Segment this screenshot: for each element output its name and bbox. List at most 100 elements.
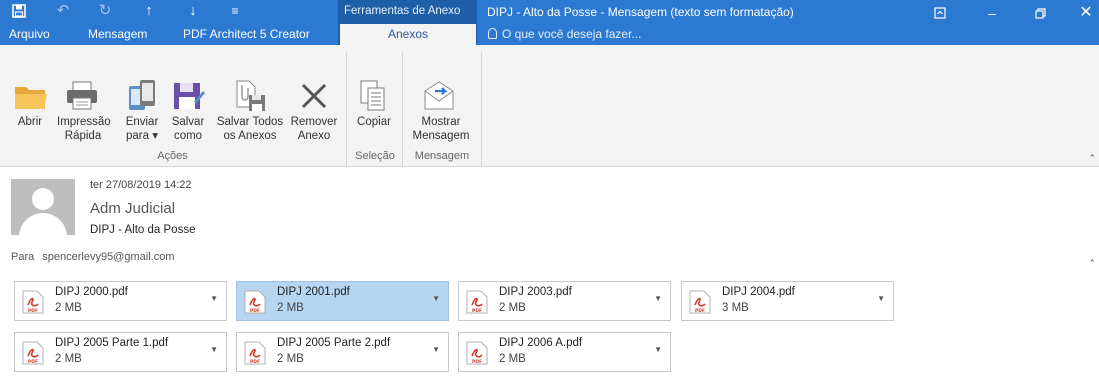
attachment-name: DIPJ 2003.pdf <box>499 286 572 298</box>
remove-x-icon <box>298 80 330 115</box>
attachment-size: 2 MB <box>499 353 526 365</box>
svg-text:PDF: PDF <box>472 308 482 314</box>
chevron-down-icon[interactable]: ▼ <box>432 294 440 303</box>
chevron-down-icon[interactable]: ▼ <box>654 345 662 354</box>
enviar-label-1: Enviar <box>125 116 159 128</box>
tell-me-label: O que você deseja fazer... <box>502 27 642 41</box>
collapse-ribbon-icon[interactable]: ⌃ <box>1088 153 1096 164</box>
undo-icon[interactable]: ↶ <box>48 0 78 22</box>
attachment-item[interactable]: PDF DIPJ 2005 Parte 1.pdf 2 MB ▼ <box>14 332 227 372</box>
tell-me-search[interactable]: O que você deseja fazer... <box>488 24 641 45</box>
attachment-item[interactable]: PDF DIPJ 2001.pdf 2 MB ▼ <box>236 281 449 321</box>
chevron-down-icon[interactable]: ▼ <box>210 345 218 354</box>
group-separator <box>346 52 347 166</box>
attachment-size: 2 MB <box>499 302 526 314</box>
mostrar-label-2: Mensagem <box>412 130 470 142</box>
group-separator <box>481 52 482 166</box>
enviar-label-2: para ▾ <box>126 130 158 142</box>
attachment-item[interactable]: PDF DIPJ 2003.pdf 2 MB ▼ <box>458 281 671 321</box>
recipient-row: Para spencerlevy95@gmail.com <box>11 251 174 263</box>
to-label: Para <box>11 251 35 263</box>
salvar-como-button[interactable]: Salvar como <box>168 115 208 143</box>
salvar-todos-anexos-button[interactable]: Salvar Todos os Anexos <box>213 115 287 143</box>
ribbon <box>0 45 1099 167</box>
tab-anexos[interactable]: Anexos <box>340 24 476 45</box>
pdf-file-icon: PDF <box>689 290 711 314</box>
message-date: ter 27/08/2019 14:22 <box>90 179 192 191</box>
group-separator <box>402 52 403 166</box>
recipient-address[interactable]: spencerlevy95@gmail.com <box>42 251 174 263</box>
abrir-label[interactable]: Abrir <box>10 115 50 129</box>
attachment-size: 3 MB <box>722 302 749 314</box>
attachment-name: DIPJ 2005 Parte 2.pdf <box>277 337 391 349</box>
attachment-item[interactable]: PDF DIPJ 2006 A.pdf 2 MB ▼ <box>458 332 671 372</box>
copiar-button[interactable]: Copiar <box>352 115 396 129</box>
pdf-file-icon: PDF <box>22 341 44 365</box>
remover-label-1: Remover <box>290 116 338 128</box>
context-group-title: Ferramentas de Anexo <box>344 5 461 17</box>
pdf-file-icon: PDF <box>466 341 488 365</box>
pdf-file-icon: PDF <box>466 290 488 314</box>
chevron-down-icon[interactable]: ▼ <box>432 345 440 354</box>
salvar-todos-label-1: Salvar Todos <box>216 116 284 128</box>
chevron-down-icon[interactable]: ▼ <box>877 294 885 303</box>
chevron-down-icon[interactable]: ▼ <box>654 294 662 303</box>
attachment-item[interactable]: PDF DIPJ 2005 Parte 2.pdf 2 MB ▼ <box>236 332 449 372</box>
redo-icon[interactable]: ↻ <box>90 0 120 22</box>
tab-pdf-architect[interactable]: PDF Architect 5 Creator <box>183 24 310 45</box>
attachment-name: DIPJ 2004.pdf <box>722 286 795 298</box>
attachment-name: DIPJ 2005 Parte 1.pdf <box>55 337 169 349</box>
salvar-todos-label-2: os Anexos <box>223 130 277 142</box>
svg-text:PDF: PDF <box>250 308 260 314</box>
avatar <box>11 179 75 235</box>
impressao-rapida-button[interactable]: Impressão Rápida <box>57 115 111 143</box>
save-icon[interactable] <box>4 0 34 22</box>
svg-text:PDF: PDF <box>28 359 38 365</box>
minimize-icon[interactable]: – <box>970 0 1014 30</box>
save-as-icon <box>172 80 206 115</box>
send-to-device-icon <box>126 78 158 115</box>
pdf-file-icon: PDF <box>244 341 266 365</box>
sender-name[interactable]: Adm Judicial <box>90 200 175 217</box>
tab-arquivo[interactable]: Arquivo <box>9 24 50 45</box>
tab-mensagem[interactable]: Mensagem <box>88 24 147 45</box>
folder-icon <box>14 83 48 114</box>
mostrar-mensagem-button[interactable]: Mostrar Mensagem <box>409 115 473 143</box>
window-title: DIPJ - Alto da Posse - Mensagem (texto s… <box>487 5 794 19</box>
message-subject: DIPJ - Alto da Posse <box>90 224 196 236</box>
collapse-header-icon[interactable]: ⌃ <box>1088 258 1096 269</box>
arrow-up-icon[interactable]: ↑ <box>134 0 164 22</box>
copy-icon <box>358 79 388 116</box>
ribbon-display-options-icon[interactable] <box>918 0 962 30</box>
svg-text:PDF: PDF <box>695 308 705 314</box>
svg-text:PDF: PDF <box>28 308 38 314</box>
restore-icon[interactable] <box>1018 0 1062 30</box>
attachment-size: 2 MB <box>55 353 82 365</box>
remover-anexo-button[interactable]: Remover Anexo <box>288 115 340 143</box>
attachment-size: 2 MB <box>277 353 304 365</box>
pdf-file-icon: PDF <box>244 290 266 314</box>
pdf-file-icon: PDF <box>22 290 44 314</box>
attachment-name: DIPJ 2006 A.pdf <box>499 337 583 349</box>
attachment-size: 2 MB <box>277 302 304 314</box>
svg-text:PDF: PDF <box>472 359 482 365</box>
enviar-para-button[interactable]: Enviar para ▾ <box>122 115 162 143</box>
salvar-label-1: Salvar <box>171 116 205 128</box>
group-label-acoes: Ações <box>157 150 188 162</box>
attachment-name: DIPJ 2001.pdf <box>277 286 350 298</box>
impressao-label-1: Impressão <box>57 116 111 128</box>
envelope-arrow-icon <box>421 79 457 116</box>
attachment-name: DIPJ 2000.pdf <box>55 286 128 298</box>
printer-icon <box>65 80 99 115</box>
attachment-item[interactable]: PDF DIPJ 2000.pdf 2 MB ▼ <box>14 281 227 321</box>
customize-qat-icon[interactable]: ≡ <box>220 0 250 22</box>
arrow-down-icon[interactable]: ↓ <box>178 0 208 22</box>
chevron-down-icon[interactable]: ▼ <box>210 294 218 303</box>
attachment-item[interactable]: PDF DIPJ 2004.pdf 3 MB ▼ <box>681 281 894 321</box>
remover-label-2: Anexo <box>297 130 331 142</box>
svg-text:PDF: PDF <box>250 359 260 365</box>
impressao-label-2: Rápida <box>64 130 102 142</box>
mostrar-label-1: Mostrar <box>421 116 461 128</box>
close-icon[interactable]: ✕ <box>1064 0 1099 30</box>
attachment-size: 2 MB <box>55 302 82 314</box>
